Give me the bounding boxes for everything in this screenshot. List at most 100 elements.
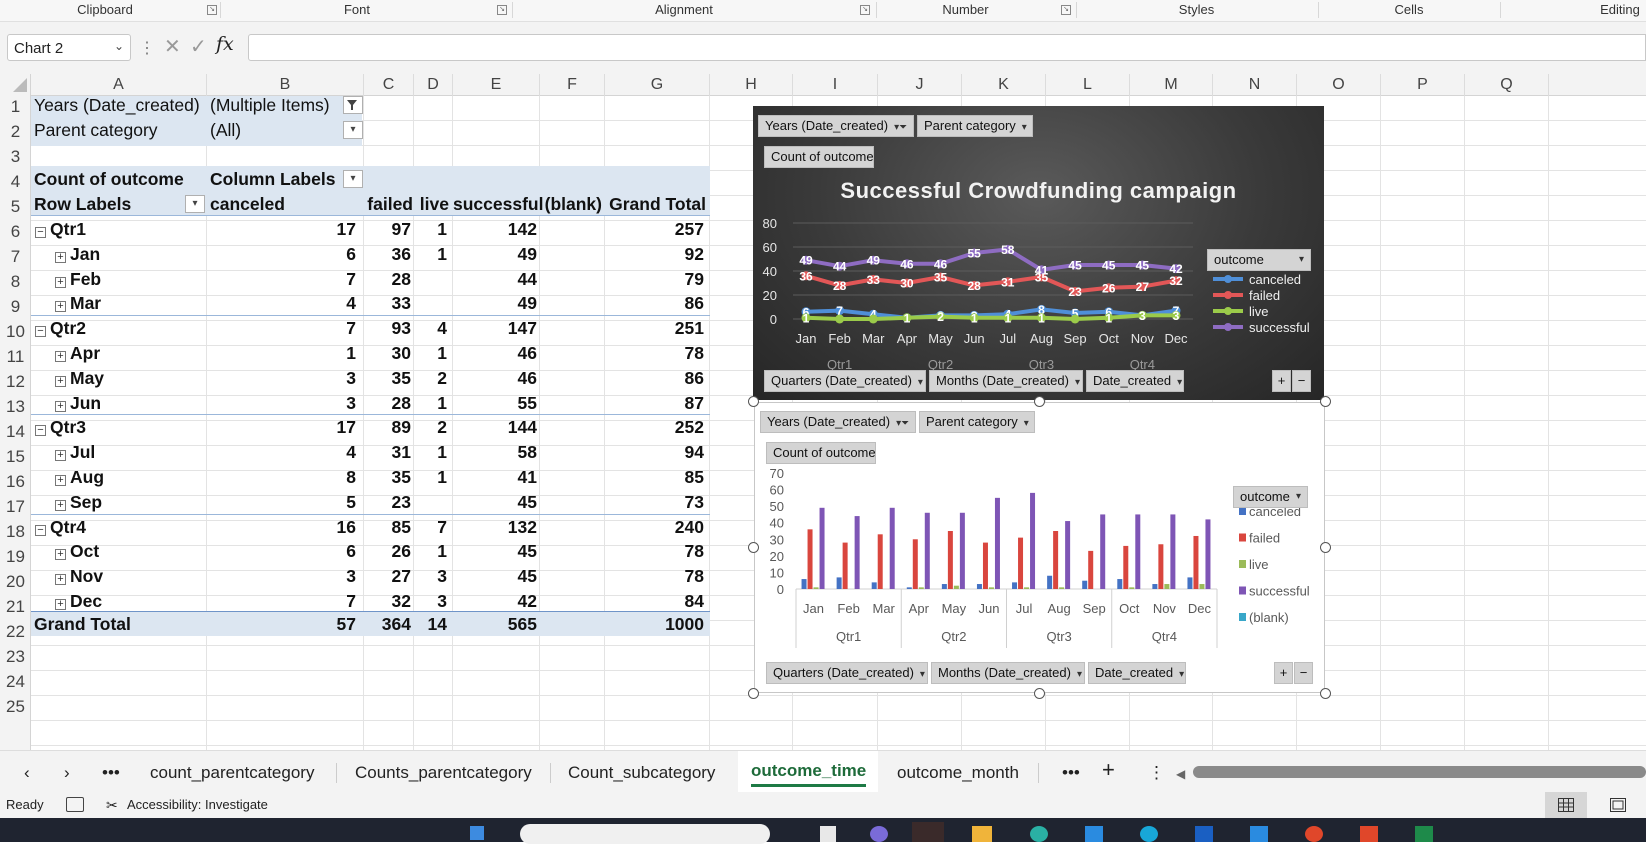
- axis-field-months[interactable]: Months (Date_created) ▾: [931, 662, 1085, 684]
- resize-handle-bottom-left[interactable]: [748, 688, 759, 699]
- tab-counts-parentcategory[interactable]: Counts_parentcategory: [355, 761, 532, 785]
- select-all-corner[interactable]: [0, 74, 31, 96]
- bar-canceled[interactable]: [801, 579, 807, 589]
- expand-icon[interactable]: +: [55, 574, 66, 586]
- bar-failed[interactable]: [1053, 531, 1059, 589]
- resize-handle-left[interactable]: [748, 542, 759, 553]
- row-header[interactable]: 14: [0, 419, 31, 445]
- insert-function-icon[interactable]: fx: [216, 33, 234, 55]
- row-header[interactable]: 22: [0, 619, 31, 645]
- legend-label[interactable]: failed: [1249, 288, 1280, 303]
- collapse-icon[interactable]: −: [35, 227, 46, 238]
- macro-recording-icon[interactable]: [66, 797, 84, 812]
- resize-handle-top-right[interactable]: [1320, 396, 1331, 407]
- tab-outcome-time[interactable]: outcome_time: [751, 759, 866, 783]
- file-explorer-icon[interactable]: [972, 826, 992, 842]
- expand-field-button[interactable]: +: [1272, 370, 1291, 392]
- bar-live[interactable]: [1164, 584, 1170, 589]
- collapse-icon[interactable]: −: [35, 524, 46, 536]
- pivot-row-label[interactable]: + Apr: [55, 340, 205, 366]
- pivot-row-label[interactable]: − Qtr2: [35, 315, 185, 341]
- bar-failed[interactable]: [1088, 550, 1094, 589]
- bar-failed[interactable]: [912, 539, 918, 589]
- excel-icon[interactable]: [1415, 826, 1433, 842]
- collapse-icon[interactable]: −: [35, 326, 46, 338]
- row-header[interactable]: 25: [0, 694, 31, 720]
- pivot-row-label[interactable]: − Qtr1: [35, 216, 185, 242]
- expand-icon[interactable]: +: [55, 351, 66, 362]
- column-header[interactable]: I: [793, 74, 878, 96]
- bar-failed[interactable]: [1018, 537, 1024, 589]
- bar-failed[interactable]: [1158, 544, 1164, 589]
- expand-icon[interactable]: +: [55, 450, 66, 462]
- legend-label[interactable]: (blank): [1249, 610, 1289, 625]
- legend-field-outcome[interactable]: outcome ▾: [1233, 486, 1308, 508]
- ribbon-group-cells[interactable]: Cells: [1320, 0, 1498, 22]
- column-header[interactable]: B: [207, 74, 364, 96]
- axis-field-date[interactable]: Date_created ▾: [1088, 662, 1186, 684]
- filter-applied-icon[interactable]: [343, 96, 363, 114]
- column-header[interactable]: E: [453, 74, 540, 96]
- expand-icon[interactable]: +: [55, 499, 66, 511]
- column-header[interactable]: O: [1297, 74, 1381, 96]
- bar-failed[interactable]: [807, 529, 813, 589]
- tab-count-subcategory[interactable]: Count_subcategory: [568, 761, 715, 785]
- scroll-left-icon[interactable]: ◀: [1176, 762, 1185, 786]
- row-header[interactable]: 5: [0, 194, 31, 220]
- bar-successful[interactable]: [1205, 519, 1211, 589]
- accessibility-status[interactable]: Accessibility: Investigate: [127, 792, 268, 818]
- data-point[interactable]: [1070, 314, 1080, 324]
- collapse-field-button[interactable]: −: [1294, 662, 1313, 684]
- bar-canceled[interactable]: [1012, 582, 1018, 589]
- column-header[interactable]: A: [31, 74, 207, 96]
- cancel-icon[interactable]: ✕: [164, 34, 181, 59]
- expand-icon[interactable]: +: [55, 375, 66, 387]
- worksheet-grid[interactable]: Years (Date_created) (Multiple Items) Pa…: [31, 96, 1646, 750]
- more-tabs-icon[interactable]: •••: [102, 761, 120, 785]
- pivot-row-label[interactable]: − Qtr4: [35, 514, 185, 540]
- bar-successful[interactable]: [924, 512, 930, 589]
- bar-failed[interactable]: [877, 534, 883, 589]
- bar-live[interactable]: [1024, 587, 1030, 589]
- row-header[interactable]: 18: [0, 519, 31, 545]
- expand-icon[interactable]: +: [55, 549, 66, 561]
- bar-failed[interactable]: [1193, 535, 1199, 589]
- row-header[interactable]: 21: [0, 594, 31, 620]
- expand-icon[interactable]: +: [55, 599, 66, 610]
- row-header[interactable]: 19: [0, 544, 31, 570]
- row-header[interactable]: 20: [0, 569, 31, 595]
- dropdown-arrow-icon[interactable]: ▾: [343, 121, 363, 139]
- taskbar-search[interactable]: [520, 824, 770, 844]
- row-header[interactable]: 11: [0, 344, 31, 370]
- expand-icon[interactable]: +: [55, 475, 66, 486]
- bar-successful[interactable]: [994, 497, 1000, 589]
- line-chart[interactable]: Years (Date_created) ▾⏷ Parent category ▾ …: [753, 106, 1324, 400]
- tab-outcome-month[interactable]: outcome_month: [897, 761, 1019, 785]
- bar-successful[interactable]: [854, 516, 860, 589]
- horizontal-scrollbar-thumb[interactable]: [1193, 766, 1646, 778]
- bar-live[interactable]: [953, 585, 959, 589]
- store-icon[interactable]: [1085, 826, 1103, 842]
- legend-label[interactable]: live: [1249, 557, 1269, 572]
- expand-icon[interactable]: +: [55, 400, 66, 412]
- pivot-row-label[interactable]: + Jul: [55, 439, 205, 465]
- bar-live[interactable]: [988, 587, 994, 589]
- column-header[interactable]: D: [414, 74, 453, 96]
- row-header[interactable]: 9: [0, 294, 31, 320]
- expand-icon[interactable]: +: [55, 276, 66, 288]
- bar-canceled[interactable]: [976, 584, 982, 589]
- row-header[interactable]: 15: [0, 444, 31, 470]
- bar-successful[interactable]: [1030, 492, 1036, 589]
- bar-live[interactable]: [918, 587, 924, 589]
- bar-successful[interactable]: [819, 507, 825, 589]
- row-header[interactable]: 23: [0, 644, 31, 670]
- expand-field-button[interactable]: +: [1274, 662, 1293, 684]
- app-icon[interactable]: [1305, 826, 1323, 842]
- bar-failed[interactable]: [842, 542, 848, 589]
- tab-count-parentcategory[interactable]: count_parentcategory: [150, 761, 314, 785]
- series-line-live[interactable]: [805, 313, 1176, 321]
- pivot-row-label[interactable]: + May: [55, 365, 205, 391]
- enter-check-icon[interactable]: ✓: [190, 34, 207, 59]
- bar-successful[interactable]: [959, 512, 965, 589]
- row-header[interactable]: 3: [0, 144, 31, 170]
